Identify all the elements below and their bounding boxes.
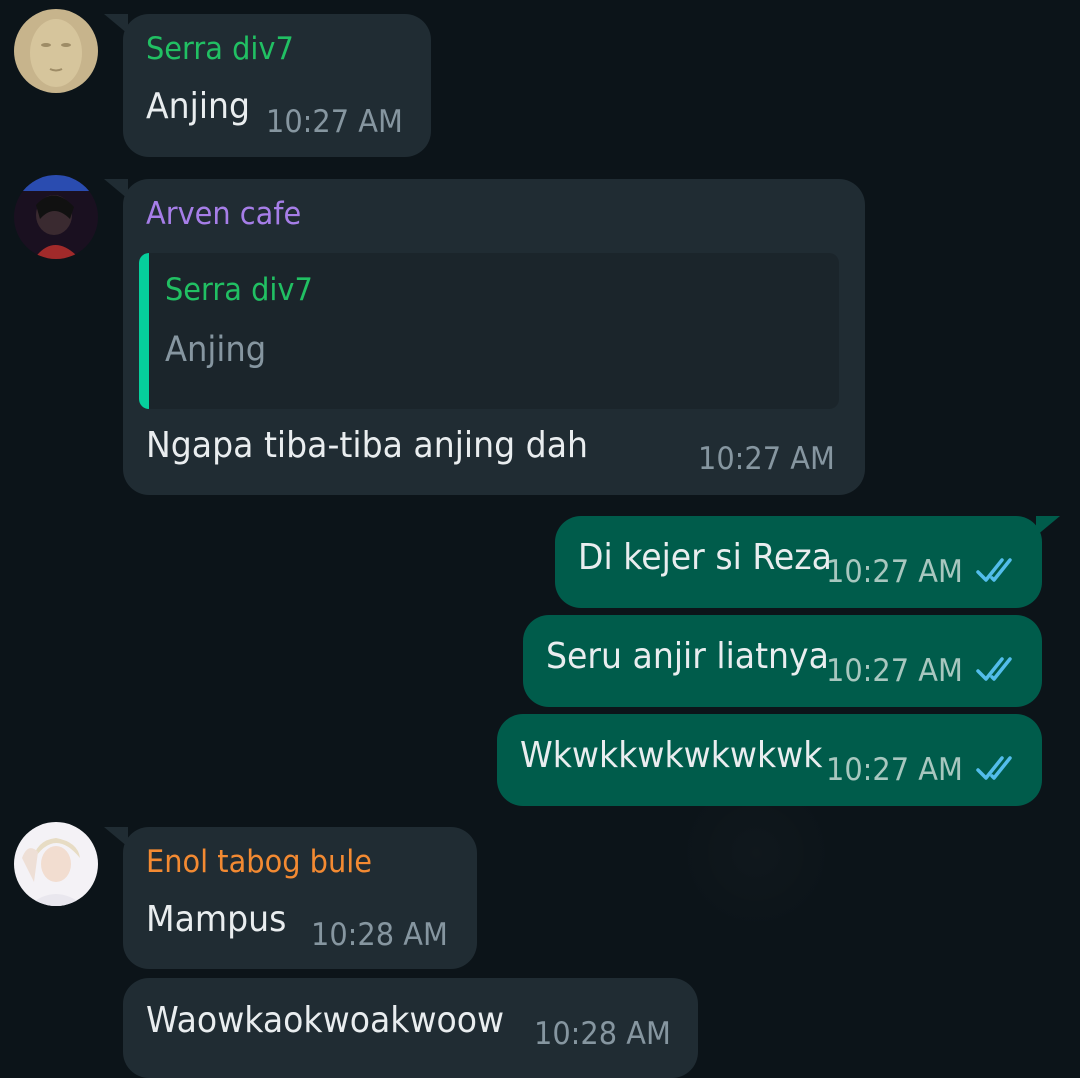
sender-name[interactable]: Enol tabog bule	[146, 844, 372, 880]
message-time: 10:27 AM	[826, 554, 963, 590]
quoted-sender: Serra div7	[165, 272, 313, 308]
avatar-enol[interactable]	[14, 822, 98, 906]
double-check-icon	[976, 756, 1012, 780]
message-text: Seru anjir liatnya	[546, 636, 829, 677]
message-text: Waowkaokwoakwoow	[146, 1000, 505, 1041]
message-time: 10:27 AM	[826, 653, 963, 689]
message-bubble-outgoing[interactable]: Seru anjir liatnya 10:27 AM	[523, 615, 1042, 707]
message-bubble-outgoing[interactable]: Wkwkkwkwkwkwk 10:27 AM	[497, 714, 1042, 806]
message-time: 10:28 AM	[534, 1016, 671, 1052]
bubble-tail	[1036, 516, 1060, 536]
message-bubble-incoming-reply[interactable]: Arven cafe Serra div7 Anjing Ngapa tiba-…	[123, 179, 865, 495]
avatar-serra[interactable]	[14, 9, 98, 93]
message-bubble-incoming[interactable]: Enol tabog bule Mampus 10:28 AM	[123, 827, 477, 969]
message-time: 10:27 AM	[698, 441, 835, 477]
double-check-icon	[976, 657, 1012, 681]
message-text: Di kejer si Reza	[578, 537, 832, 578]
quoted-text: Anjing	[165, 330, 267, 370]
message-time: 10:27 AM	[826, 752, 963, 788]
message-text: Anjing	[146, 86, 251, 127]
quote-accent-bar	[139, 253, 149, 409]
sender-name[interactable]: Serra div7	[146, 31, 294, 67]
quoted-message[interactable]: Serra div7 Anjing	[139, 253, 839, 409]
message-text: Mampus	[146, 899, 287, 940]
message-bubble-incoming[interactable]: Serra div7 Anjing 10:27 AM	[123, 14, 431, 157]
message-bubble-incoming[interactable]: Waowkaokwoakwoow 10:28 AM	[123, 978, 698, 1078]
sender-name[interactable]: Arven cafe	[146, 196, 301, 232]
message-bubble-outgoing[interactable]: Di kejer si Reza 10:27 AM	[555, 516, 1042, 608]
message-text: Wkwkkwkwkwkwk	[520, 735, 823, 776]
message-time: 10:28 AM	[311, 917, 448, 953]
double-check-icon	[976, 558, 1012, 582]
message-time: 10:27 AM	[266, 104, 403, 140]
avatar-arven[interactable]	[14, 175, 98, 259]
message-text: Ngapa tiba-tiba anjing dah	[146, 425, 588, 466]
